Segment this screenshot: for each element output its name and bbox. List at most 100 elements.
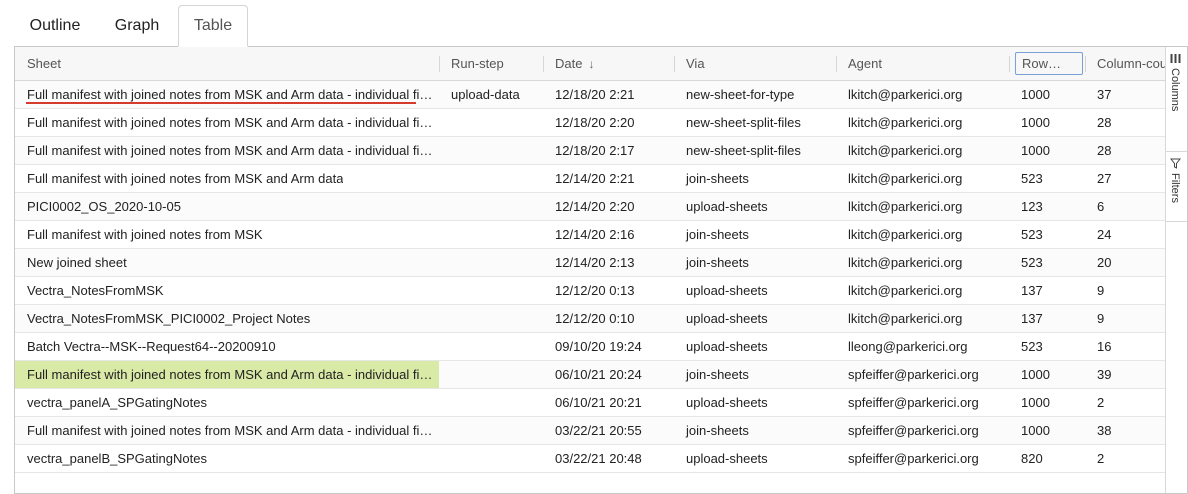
cell-sheet[interactable]: Full manifest with joined notes from MSK… (15, 137, 439, 164)
cell-via[interactable]: join-sheets (674, 221, 836, 248)
cell-date[interactable]: 09/10/20 19:24 (543, 333, 674, 360)
cell-agent[interactable]: lkitch@parkerici.org (836, 221, 1009, 248)
cell-sheet[interactable]: Full manifest with joined notes from MSK… (15, 109, 439, 136)
cell-date[interactable]: 12/14/20 2:16 (543, 221, 674, 248)
cell-run-step[interactable] (439, 389, 543, 416)
cell-column-count[interactable]: 27 (1085, 165, 1165, 192)
cell-run-step[interactable] (439, 249, 543, 276)
cell-sheet[interactable]: vectra_panelA_SPGatingNotes (15, 389, 439, 416)
cell-sheet-selected[interactable]: Full manifest with joined notes from MSK… (15, 361, 439, 388)
cell-agent[interactable]: lkitch@parkerici.org (836, 165, 1009, 192)
cell-agent[interactable]: lkitch@parkerici.org (836, 81, 1009, 108)
tab-table[interactable]: Table (178, 5, 248, 47)
cell-run-step[interactable] (439, 165, 543, 192)
table-row[interactable]: Vectra_NotesFromMSK 12/12/20 0:13 upload… (15, 277, 1165, 305)
cell-rows[interactable]: 1000 (1009, 389, 1085, 416)
cell-date[interactable]: 12/18/20 2:20 (543, 109, 674, 136)
table-row[interactable]: vectra_panelB_SPGatingNotes 03/22/21 20:… (15, 445, 1165, 473)
cell-column-count[interactable]: 39 (1085, 361, 1165, 388)
cell-agent[interactable]: spfeiffer@parkerici.org (836, 445, 1009, 472)
cell-date[interactable]: 06/10/21 20:24 (543, 361, 674, 388)
cell-sheet[interactable]: Full manifest with joined notes from MSK… (15, 81, 439, 108)
cell-date[interactable]: 12/14/20 2:13 (543, 249, 674, 276)
cell-column-count[interactable]: 2 (1085, 445, 1165, 472)
cell-agent[interactable]: spfeiffer@parkerici.org (836, 417, 1009, 444)
cell-column-count[interactable]: 16 (1085, 333, 1165, 360)
cell-rows[interactable]: 523 (1009, 221, 1085, 248)
cell-date[interactable]: 12/14/20 2:21 (543, 165, 674, 192)
cell-date[interactable]: 12/18/20 2:21 (543, 81, 674, 108)
cell-via[interactable]: upload-sheets (674, 389, 836, 416)
table-row[interactable]: Full manifest with joined notes from MSK… (15, 137, 1165, 165)
cell-via[interactable]: join-sheets (674, 249, 836, 276)
tab-outline[interactable]: Outline (14, 5, 96, 47)
columns-panel-button[interactable]: Columns (1166, 47, 1187, 152)
cell-via[interactable]: upload-sheets (674, 305, 836, 332)
cell-run-step[interactable] (439, 137, 543, 164)
cell-rows[interactable]: 523 (1009, 165, 1085, 192)
cell-run-step[interactable] (439, 333, 543, 360)
table-row[interactable]: Full manifest with joined notes from MSK… (15, 81, 1165, 109)
cell-via[interactable]: join-sheets (674, 361, 836, 388)
cell-agent[interactable]: lkitch@parkerici.org (836, 249, 1009, 276)
cell-rows[interactable]: 1000 (1009, 137, 1085, 164)
cell-run-step[interactable] (439, 361, 543, 388)
column-header-via[interactable]: Via (674, 47, 836, 80)
cell-via[interactable]: upload-sheets (674, 193, 836, 220)
column-header-sheet[interactable]: Sheet (15, 47, 439, 80)
cell-column-count[interactable]: 2 (1085, 389, 1165, 416)
table-row[interactable]: New joined sheet 12/14/20 2:13 join-shee… (15, 249, 1165, 277)
cell-column-count[interactable]: 6 (1085, 193, 1165, 220)
cell-date[interactable]: 06/10/21 20:21 (543, 389, 674, 416)
column-header-agent[interactable]: Agent (836, 47, 1009, 80)
cell-column-count[interactable]: 9 (1085, 277, 1165, 304)
cell-date[interactable]: 12/12/20 0:10 (543, 305, 674, 332)
cell-date[interactable]: 12/18/20 2:17 (543, 137, 674, 164)
table-row[interactable]: Full manifest with joined notes from MSK… (15, 361, 1165, 389)
cell-agent[interactable]: lkitch@parkerici.org (836, 193, 1009, 220)
cell-date[interactable]: 03/22/21 20:48 (543, 445, 674, 472)
cell-sheet[interactable]: Full manifest with joined notes from MSK… (15, 165, 439, 192)
table-row[interactable]: Full manifest with joined notes from MSK… (15, 109, 1165, 137)
cell-rows[interactable]: 1000 (1009, 81, 1085, 108)
cell-agent[interactable]: lkitch@parkerici.org (836, 305, 1009, 332)
cell-via[interactable]: upload-sheets (674, 445, 836, 472)
cell-sheet[interactable]: Vectra_NotesFromMSK (15, 277, 439, 304)
cell-run-step[interactable] (439, 305, 543, 332)
cell-via[interactable]: upload-sheets (674, 333, 836, 360)
cell-rows[interactable]: 137 (1009, 277, 1085, 304)
cell-sheet[interactable]: Full manifest with joined notes from MSK (15, 221, 439, 248)
cell-agent[interactable]: spfeiffer@parkerici.org (836, 361, 1009, 388)
cell-column-count[interactable]: 24 (1085, 221, 1165, 248)
cell-rows[interactable]: 1000 (1009, 417, 1085, 444)
cell-rows[interactable]: 1000 (1009, 361, 1085, 388)
cell-run-step[interactable] (439, 277, 543, 304)
table-row[interactable]: PICI0002_OS_2020-10-05 12/14/20 2:20 upl… (15, 193, 1165, 221)
table-row[interactable]: Full manifest with joined notes from MSK… (15, 417, 1165, 445)
cell-run-step[interactable] (439, 445, 543, 472)
cell-agent[interactable]: lkitch@parkerici.org (836, 277, 1009, 304)
column-header-date[interactable]: Date ↓ (543, 47, 674, 80)
cell-rows[interactable]: 1000 (1009, 109, 1085, 136)
table-row[interactable]: Full manifest with joined notes from MSK… (15, 221, 1165, 249)
tab-graph[interactable]: Graph (96, 5, 178, 47)
cell-date[interactable]: 03/22/21 20:55 (543, 417, 674, 444)
table-row[interactable]: Vectra_NotesFromMSK_PICI0002_Project Not… (15, 305, 1165, 333)
cell-run-step[interactable] (439, 193, 543, 220)
cell-run-step[interactable] (439, 109, 543, 136)
cell-rows[interactable]: 523 (1009, 249, 1085, 276)
cell-column-count[interactable]: 37 (1085, 81, 1165, 108)
cell-column-count[interactable]: 28 (1085, 109, 1165, 136)
cell-sheet[interactable]: Full manifest with joined notes from MSK… (15, 417, 439, 444)
cell-column-count[interactable]: 28 (1085, 137, 1165, 164)
cell-sheet[interactable]: Batch Vectra--MSK--Request64--20200910 (15, 333, 439, 360)
cell-run-step[interactable] (439, 417, 543, 444)
cell-column-count[interactable]: 9 (1085, 305, 1165, 332)
column-header-rows[interactable]: Row… (1009, 47, 1085, 80)
cell-run-step[interactable]: upload-data (439, 81, 543, 108)
filters-panel-button[interactable]: Filters (1166, 152, 1187, 222)
table-row[interactable]: Full manifest with joined notes from MSK… (15, 165, 1165, 193)
cell-via[interactable]: new-sheet-split-files (674, 137, 836, 164)
cell-via[interactable]: join-sheets (674, 417, 836, 444)
cell-via[interactable]: new-sheet-for-type (674, 81, 836, 108)
